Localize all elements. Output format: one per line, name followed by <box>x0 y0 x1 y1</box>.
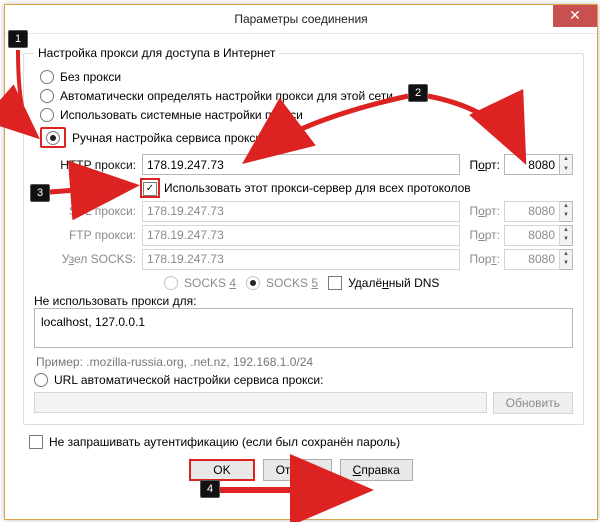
radio-label: Использовать системные настройки прокси <box>60 108 303 122</box>
titlebar: Параметры соединения ✕ <box>5 5 597 34</box>
annotation-step-1: 1 <box>8 30 28 48</box>
no-proxy-hint: Пример: .mozilla-russia.org, .net.nz, 19… <box>36 355 571 369</box>
close-button[interactable]: ✕ <box>553 5 597 27</box>
annotation-step-3: 3 <box>30 184 50 202</box>
ssl-proxy-row: SSL прокси: Порт: ▲▼ <box>54 201 573 222</box>
ftp-port-input <box>504 225 560 246</box>
port-label: Порт: <box>460 252 504 266</box>
radio-auto-detect[interactable]: Автоматически определять настройки прокс… <box>40 89 573 103</box>
radio-icon <box>40 108 54 122</box>
socks-label: Узел SOCKS: <box>54 252 142 266</box>
ftp-port-spinner: ▲▼ <box>504 225 573 246</box>
group-legend: Настройка прокси для доступа в Интернет <box>34 46 279 60</box>
button-bar: OK Отмена Справка <box>23 459 579 481</box>
radio-label: Автоматически определять настройки прокс… <box>60 89 393 103</box>
auto-url-input <box>34 392 487 413</box>
ssl-port-spinner: ▲▼ <box>504 201 573 222</box>
annotation-step-4: 4 <box>200 480 220 498</box>
auth-label: Не запрашивать аутентификацию (если был … <box>49 435 400 449</box>
annotation-step-2: 2 <box>408 84 428 102</box>
http-proxy-row: HTTP прокси: Порт: ▲▼ <box>54 154 573 175</box>
radio-label: Ручная настройка сервиса прокси: <box>72 131 265 145</box>
dialog-body: Настройка прокси для доступа в Интернет … <box>5 34 597 493</box>
help-button[interactable]: Справка <box>340 459 413 481</box>
socks-port-input <box>504 249 560 270</box>
radio-icon <box>34 373 48 387</box>
proxy-groupbox: Настройка прокси для доступа в Интернет … <box>23 46 584 425</box>
checkbox-remote-dns[interactable]: Удалённый DNS <box>328 276 439 290</box>
http-label: HTTP прокси: <box>54 158 142 172</box>
no-proxy-textarea[interactable]: localhost, 127.0.0.1 <box>34 308 573 348</box>
no-proxy-label: Не использовать прокси для: <box>34 294 573 308</box>
port-label: Порт: <box>460 228 504 242</box>
ftp-label: FTP прокси: <box>54 228 142 242</box>
socks-address-input <box>142 249 460 270</box>
socks-version-row: SOCKS 4 SOCKS 5 Удалённый DNS <box>164 276 573 290</box>
annotation-highlight <box>140 178 160 198</box>
ssl-address-input <box>142 201 460 222</box>
radio-no-proxy[interactable]: Без прокси <box>40 70 573 84</box>
radio-socks5: SOCKS 5 <box>246 276 318 290</box>
radio-icon <box>46 131 60 145</box>
radio-socks4: SOCKS 4 <box>164 276 236 290</box>
reload-button: Обновить <box>493 392 573 414</box>
ok-button[interactable]: OK <box>189 459 254 481</box>
auto-url-row: Обновить <box>34 392 573 414</box>
socks-port-spinner: ▲▼ <box>504 249 573 270</box>
radio-icon <box>40 89 54 103</box>
http-port-spinner[interactable]: ▲▼ <box>504 154 573 175</box>
ssl-label: SSL прокси: <box>54 204 142 218</box>
radio-manual-proxy[interactable]: Ручная настройка сервиса прокси: <box>40 127 573 148</box>
checkbox-icon <box>143 182 157 196</box>
cancel-button[interactable]: Отмена <box>263 459 332 481</box>
manual-fields: HTTP прокси: Порт: ▲▼ Использовать этот … <box>54 154 573 290</box>
radio-auto-url[interactable]: URL автоматической настройки сервиса про… <box>34 373 573 387</box>
socks-proxy-row: Узел SOCKS: Порт: ▲▼ <box>54 249 573 270</box>
dialog-window: Параметры соединения ✕ Настройка прокси … <box>4 4 598 520</box>
no-proxy-section: Не использовать прокси для: localhost, 1… <box>34 294 573 369</box>
auth-checkbox-row[interactable]: Не запрашивать аутентификацию (если был … <box>29 435 573 449</box>
checkbox-icon <box>29 435 43 449</box>
http-port-input[interactable] <box>504 154 560 175</box>
ssl-port-input <box>504 201 560 222</box>
ftp-proxy-row: FTP прокси: Порт: ▲▼ <box>54 225 573 246</box>
radio-label: Без прокси <box>60 70 121 84</box>
use-for-all-row[interactable]: Использовать этот прокси-сервер для всех… <box>140 178 573 198</box>
use-for-all-label: Использовать этот прокси-сервер для всех… <box>164 181 471 195</box>
window-title: Параметры соединения <box>234 12 367 26</box>
radio-icon <box>40 70 54 84</box>
port-label: Порт: <box>460 204 504 218</box>
radio-system-proxy[interactable]: Использовать системные настройки прокси <box>40 108 573 122</box>
http-address-input[interactable] <box>142 154 460 175</box>
port-label: Порт: <box>460 158 504 172</box>
radio-label: URL автоматической настройки сервиса про… <box>54 373 323 387</box>
annotation-highlight <box>40 127 66 148</box>
ftp-address-input <box>142 225 460 246</box>
